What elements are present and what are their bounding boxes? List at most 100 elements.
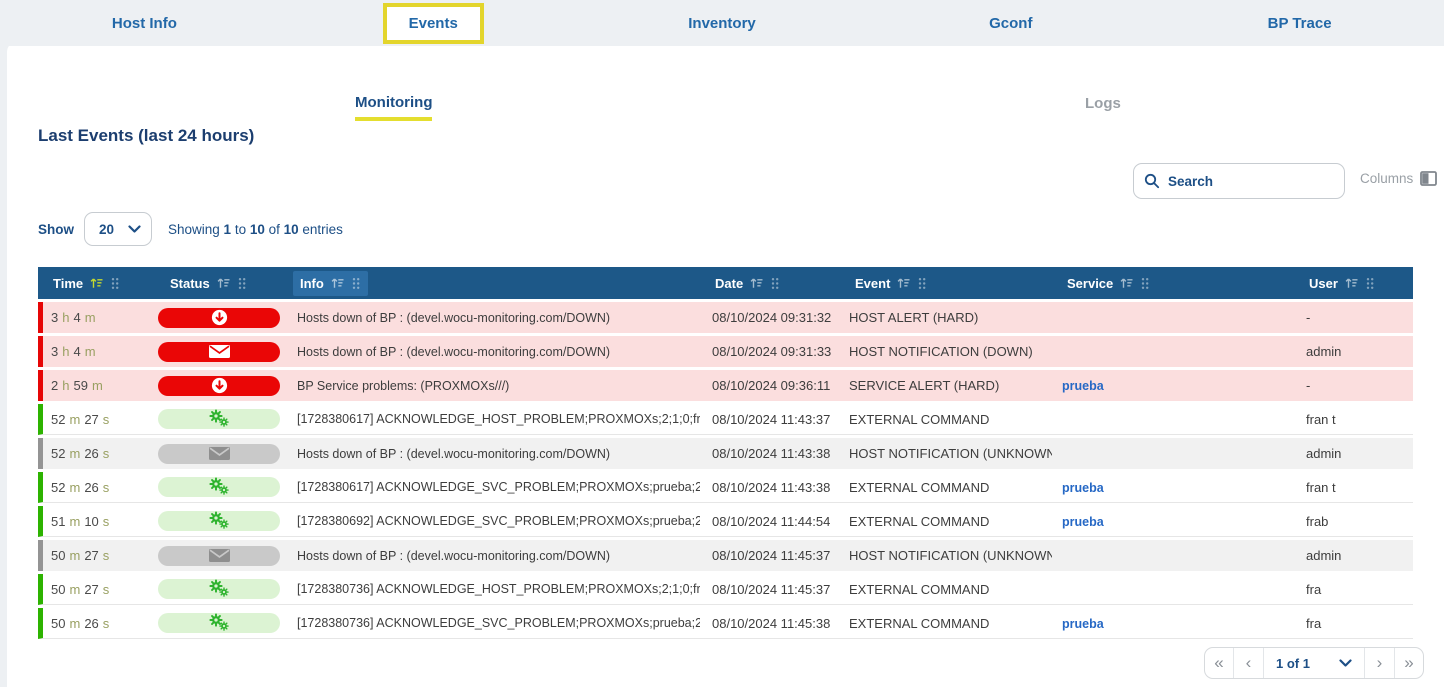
status-cell	[155, 506, 285, 537]
user-cell: -	[1294, 302, 1413, 333]
down-arrow-circle-icon	[211, 309, 228, 326]
table-row[interactable]: 52m26sHosts down of BP : (devel.wocu-mon…	[38, 438, 1413, 469]
search-input[interactable]	[1168, 174, 1318, 189]
date-cell: 08/10/2024 11:43:38	[700, 472, 840, 503]
date-cell: 08/10/2024 11:45:37	[700, 574, 840, 605]
info-cell: BP Service problems: (PROXMOXs///)	[285, 370, 700, 401]
status-badge	[158, 376, 280, 396]
info-cell: [1728380617] ACKNOWLEDGE_HOST_PROBLEM;PR…	[285, 404, 700, 435]
subtab-monitoring[interactable]: Monitoring	[355, 94, 432, 121]
envelope-icon	[209, 447, 230, 460]
user-cell: fran t	[1294, 472, 1413, 503]
page-size-value: 20	[99, 222, 114, 237]
column-header-info[interactable]: Info	[285, 267, 700, 299]
sort-icon[interactable]	[1345, 277, 1359, 289]
time-cell: 3h4m	[38, 336, 155, 367]
columns-button[interactable]: Columns	[1360, 171, 1437, 186]
page-size-controls: Show 20 Showing 1 to 10 of 10 entries	[38, 212, 343, 246]
time-cell: 2h59m	[38, 370, 155, 401]
tab-inventory[interactable]: Inventory	[578, 0, 867, 46]
status-cell	[155, 438, 285, 469]
date-cell: 08/10/2024 11:45:37	[700, 540, 840, 571]
table-row[interactable]: 52m27s[1728380617] ACKNOWLEDGE_HOST_PROB…	[38, 404, 1413, 435]
status-badge	[158, 477, 280, 497]
table-row[interactable]: 50m26s[1728380736] ACKNOWLEDGE_SVC_PROBL…	[38, 608, 1413, 639]
previous-page-button[interactable]: ‹	[1234, 648, 1263, 678]
drag-handle-icon[interactable]	[238, 277, 247, 290]
user-cell: frab	[1294, 506, 1413, 537]
sort-icon[interactable]	[1120, 277, 1134, 289]
events-tbody: 3h4m Hosts down of BP : (devel.wocu-monit…	[38, 302, 1413, 639]
first-page-button[interactable]: «	[1205, 648, 1234, 678]
table-row[interactable]: 3h4m Hosts down of BP : (devel.wocu-monit…	[38, 336, 1413, 367]
table-row[interactable]: 2h59m BP Service problems: (PROXMOXs///)0…	[38, 370, 1413, 401]
drag-handle-icon[interactable]	[111, 277, 120, 290]
drag-handle-icon[interactable]	[771, 277, 780, 290]
tab-label: Gconf	[989, 15, 1032, 32]
drag-handle-icon[interactable]	[918, 277, 927, 290]
tab-events[interactable]: Events	[289, 0, 578, 46]
service-link[interactable]: prueba	[1062, 617, 1104, 631]
service-link[interactable]: prueba	[1062, 481, 1104, 495]
drag-handle-icon[interactable]	[352, 277, 361, 290]
status-badge	[158, 342, 280, 362]
status-badge	[158, 613, 280, 633]
tab-label: Events	[383, 3, 484, 44]
info-cell: [1728380617] ACKNOWLEDGE_SVC_PROBLEM;PRO…	[285, 472, 700, 503]
table-row[interactable]: 50m27s[1728380736] ACKNOWLEDGE_HOST_PROB…	[38, 574, 1413, 605]
status-cell	[155, 302, 285, 333]
table-row[interactable]: 3h4mHosts down of BP : (devel.wocu-monit…	[38, 302, 1413, 333]
search-icon	[1144, 173, 1160, 189]
status-badge	[158, 579, 280, 599]
table-row[interactable]: 50m27sHosts down of BP : (devel.wocu-mon…	[38, 540, 1413, 571]
envelope-icon	[209, 345, 230, 358]
column-header-date[interactable]: Date	[700, 267, 840, 299]
column-header-service[interactable]: Service	[1052, 267, 1294, 299]
columns-button-label: Columns	[1360, 171, 1413, 186]
status-cell	[155, 472, 285, 503]
tab-host-info[interactable]: Host Info	[0, 0, 289, 46]
date-cell: 08/10/2024 09:31:32	[700, 302, 840, 333]
table-row[interactable]: 52m26s[1728380617] ACKNOWLEDGE_SVC_PROBL…	[38, 472, 1413, 503]
event-cell: HOST NOTIFICATION (UNKNOWN)	[840, 540, 1052, 571]
event-cell: EXTERNAL COMMAND	[840, 574, 1052, 605]
gears-icon	[209, 477, 229, 498]
sort-icon[interactable]	[897, 277, 911, 289]
service-cell: prueba	[1052, 608, 1294, 639]
service-cell	[1052, 336, 1294, 367]
service-cell	[1052, 574, 1294, 605]
sort-icon[interactable]	[331, 277, 345, 289]
column-header-event[interactable]: Event	[840, 267, 1052, 299]
content-card: Monitoring Logs Last Events (last 24 hou…	[7, 42, 1444, 687]
sort-icon[interactable]	[90, 277, 104, 289]
tab-gconf[interactable]: Gconf	[866, 0, 1155, 46]
main-tabs: Host Info Events Inventory Gconf BP Trace	[0, 0, 1444, 46]
table-row[interactable]: 51m10s[1728380692] ACKNOWLEDGE_SVC_PROBL…	[38, 506, 1413, 537]
drag-handle-icon[interactable]	[1141, 277, 1150, 290]
date-cell: 08/10/2024 11:44:54	[700, 506, 840, 537]
page-select[interactable]: 1 of 1	[1263, 648, 1365, 678]
sort-icon[interactable]	[750, 277, 764, 289]
subtab-logs[interactable]: Logs	[1085, 95, 1121, 112]
service-cell	[1052, 404, 1294, 435]
status-cell	[155, 404, 285, 435]
column-header-time[interactable]: Time	[38, 267, 155, 299]
drag-handle-icon[interactable]	[1366, 277, 1375, 290]
sort-icon[interactable]	[217, 277, 231, 289]
next-page-button[interactable]: ›	[1365, 648, 1394, 678]
entries-summary: Showing 1 to 10 of 10 entries	[168, 222, 343, 237]
service-link[interactable]: prueba	[1062, 515, 1104, 529]
info-cell: Hosts down of BP : (devel.wocu-monitorin…	[285, 336, 700, 367]
column-label: Service	[1067, 276, 1113, 291]
tab-bp-trace[interactable]: BP Trace	[1155, 0, 1444, 46]
info-cell: [1728380692] ACKNOWLEDGE_SVC_PROBLEM;PRO…	[285, 506, 700, 537]
service-link[interactable]: prueba	[1062, 379, 1104, 393]
date-cell: 08/10/2024 09:36:11	[700, 370, 840, 401]
search-box[interactable]	[1133, 163, 1345, 199]
status-cell	[155, 370, 285, 401]
column-header-status[interactable]: Status	[155, 267, 285, 299]
page-size-select[interactable]: 20	[84, 212, 152, 246]
column-header-user[interactable]: User	[1294, 267, 1413, 299]
page-indicator: 1 of 1	[1276, 656, 1310, 671]
last-page-button[interactable]: »	[1394, 648, 1423, 678]
